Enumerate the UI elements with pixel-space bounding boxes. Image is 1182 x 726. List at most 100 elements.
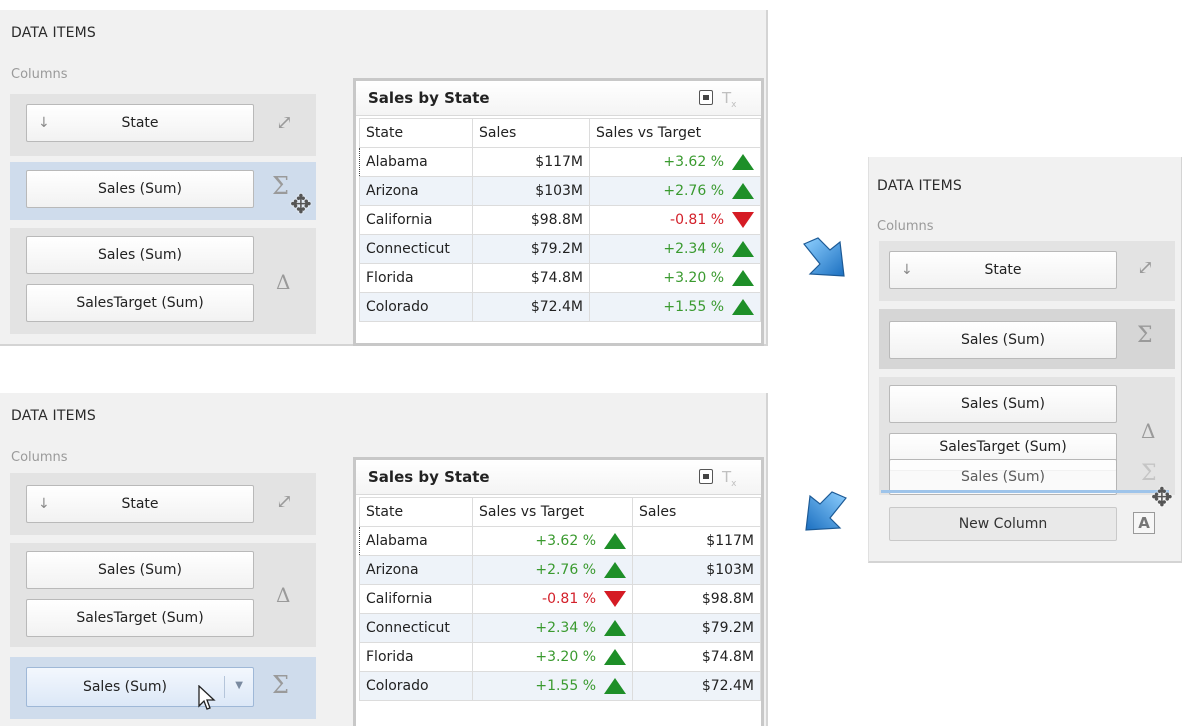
grid-title: Sales by State <box>368 468 490 486</box>
dropdown-separator <box>224 676 225 698</box>
table-row[interactable]: Connecticut $79.2M +2.34 % <box>359 234 761 264</box>
table-row[interactable]: California $98.8M -0.81 % <box>359 205 761 235</box>
up-arrow-icon <box>604 533 626 549</box>
panel-title: DATA ITEMS <box>11 408 97 424</box>
dimension-icon: ⤢ <box>276 489 293 513</box>
sales-sum-button[interactable]: Sales (Sum) <box>26 170 254 208</box>
table-row[interactable]: California -0.81 % $98.8M <box>359 584 761 614</box>
sales-group: Sales (Sum) Σ <box>879 309 1175 369</box>
table-row[interactable]: Colorado $72.4M +1.55 % <box>359 292 761 322</box>
pointer-cursor-icon <box>198 685 216 710</box>
data-items-panel-bottom: DATA ITEMS Columns ↓ State ⤢ Sales (Sum)… <box>0 393 768 726</box>
col-header-sales[interactable]: Sales <box>472 118 590 148</box>
clear-filter-icon[interactable]: Tx <box>722 89 737 110</box>
delta-actual-label: Sales (Sum) <box>97 562 183 578</box>
col-header-state[interactable]: State <box>359 497 473 527</box>
delta-actual-label: Sales (Sum) <box>97 247 183 263</box>
delta-target-label: SalesTarget (Sum) <box>76 295 204 311</box>
state-label: State <box>984 262 1022 278</box>
grid-header: Sales by State Tx <box>356 81 761 116</box>
state-group: ↓ State ⤢ <box>879 241 1175 301</box>
dimension-icon: ⤢ <box>1137 255 1154 279</box>
sales-sum-button[interactable]: Sales (Sum) ▼ <box>26 667 254 707</box>
sort-icon[interactable]: ↓ <box>901 262 913 278</box>
data-items-panel-top: DATA ITEMS Columns ↓ State ⤢ Sales (Sum)… <box>0 10 768 346</box>
state-group: ↓ State ⤢ <box>10 94 316 156</box>
col-header-sales[interactable]: Sales <box>632 497 761 527</box>
table-row[interactable]: Arizona $103M +2.76 % <box>359 176 761 206</box>
sigma-icon: Σ <box>272 671 289 699</box>
new-column-label: New Column <box>958 516 1048 532</box>
state-button[interactable]: ↓ State <box>889 251 1117 289</box>
delta-target-label: SalesTarget (Sum) <box>76 610 204 626</box>
down-arrow-icon <box>732 212 754 228</box>
new-column-type-icon: A <box>1133 512 1155 534</box>
clear-filter-icon[interactable]: Tx <box>722 468 737 489</box>
data-items-panel-right: DATA ITEMS Columns ↓ State ⤢ Sales (Sum)… <box>868 157 1182 563</box>
sales-sum-button[interactable]: Sales (Sum) <box>889 321 1117 359</box>
table-row[interactable]: Colorado +1.55 % $72.4M <box>359 671 761 701</box>
table-row[interactable]: Connecticut +2.34 % $79.2M <box>359 613 761 643</box>
delta-icon: Δ <box>276 583 291 607</box>
columns-label: Columns <box>11 450 68 465</box>
sort-icon[interactable]: ↓ <box>38 496 50 512</box>
delta-group: Sales (Sum) SalesTarget (Sum) Δ <box>10 543 316 647</box>
arrow-down-right-icon <box>803 237 845 277</box>
delta-actual-label: Sales (Sum) <box>960 396 1046 412</box>
table-row[interactable]: Florida $74.8M +3.20 % <box>359 263 761 293</box>
sales-sum-label: Sales (Sum) <box>97 181 183 197</box>
up-arrow-icon <box>604 562 626 578</box>
grid-table: State Sales Sales vs Target Alabama $117M… <box>359 118 761 322</box>
chevron-down-icon[interactable]: ▼ <box>235 680 243 691</box>
columns-label: Columns <box>11 67 68 82</box>
new-column-button[interactable]: New Column <box>889 507 1117 541</box>
grid-bottom: Sales by State Tx State Sales vs Target … <box>353 457 764 726</box>
state-button[interactable]: ↓ State <box>26 485 254 523</box>
sales-sum-label: Sales (Sum) <box>82 679 168 695</box>
sales-group-selected: Sales (Sum) Σ <box>10 162 316 220</box>
delta-actual-button[interactable]: Sales (Sum) <box>26 551 254 589</box>
up-arrow-icon <box>604 620 626 636</box>
export-icon[interactable] <box>699 469 713 484</box>
panel-title: DATA ITEMS <box>877 178 963 194</box>
dragged-sales-sum-label: Sales (Sum) <box>960 469 1046 485</box>
table-row[interactable]: Florida +3.20 % $74.8M <box>359 642 761 672</box>
dimension-icon: ⤢ <box>276 110 293 134</box>
up-arrow-icon <box>604 649 626 665</box>
up-arrow-icon <box>732 299 754 315</box>
columns-label: Columns <box>877 219 934 234</box>
delta-group: Sales (Sum) SalesTarget (Sum) Δ <box>10 228 316 334</box>
up-arrow-icon <box>604 678 626 694</box>
delta-icon: Δ <box>276 270 291 294</box>
sort-icon[interactable]: ↓ <box>38 115 50 131</box>
col-header-sales-vs-target[interactable]: Sales vs Target <box>589 118 761 148</box>
up-arrow-icon <box>732 270 754 286</box>
state-group: ↓ State ⤢ <box>10 473 316 535</box>
col-header-state[interactable]: State <box>359 118 473 148</box>
grid-header-row: State Sales vs Target Sales <box>359 497 761 527</box>
grid-title: Sales by State <box>368 89 490 107</box>
grid-header-row: State Sales Sales vs Target <box>359 118 761 148</box>
table-row[interactable]: Arizona +2.76 % $103M <box>359 555 761 585</box>
sales-group-selected: Sales (Sum) ▼ Σ <box>10 657 316 719</box>
delta-actual-button[interactable]: Sales (Sum) <box>889 385 1117 423</box>
grid-table: State Sales vs Target Sales Alabama +3.62… <box>359 497 761 701</box>
delta-target-button[interactable]: SalesTarget (Sum) <box>26 284 254 322</box>
col-header-sales-vs-target[interactable]: Sales vs Target <box>472 497 633 527</box>
delta-actual-button[interactable]: Sales (Sum) <box>26 236 254 274</box>
table-row[interactable]: Alabama +3.62 % $117M <box>359 526 761 556</box>
move-cursor-icon: ✥ <box>290 190 312 220</box>
state-label: State <box>121 115 159 131</box>
panel-title: DATA ITEMS <box>11 25 97 41</box>
sales-sum-label: Sales (Sum) <box>960 332 1046 348</box>
sigma-icon: Σ <box>1137 323 1153 348</box>
export-icon[interactable] <box>699 90 713 105</box>
delta-target-button[interactable]: SalesTarget (Sum) <box>26 599 254 637</box>
move-cursor-icon: ✥ <box>1151 483 1173 513</box>
delta-icon: Δ <box>1141 419 1156 443</box>
grid-top: Sales by State Tx State Sales Sales vs T… <box>353 78 764 346</box>
arrow-down-left-icon <box>805 491 847 531</box>
state-button[interactable]: ↓ State <box>26 104 254 142</box>
table-row[interactable]: Alabama $117M +3.62 % <box>359 147 761 177</box>
delta-target-label: SalesTarget (Sum) <box>939 439 1067 455</box>
